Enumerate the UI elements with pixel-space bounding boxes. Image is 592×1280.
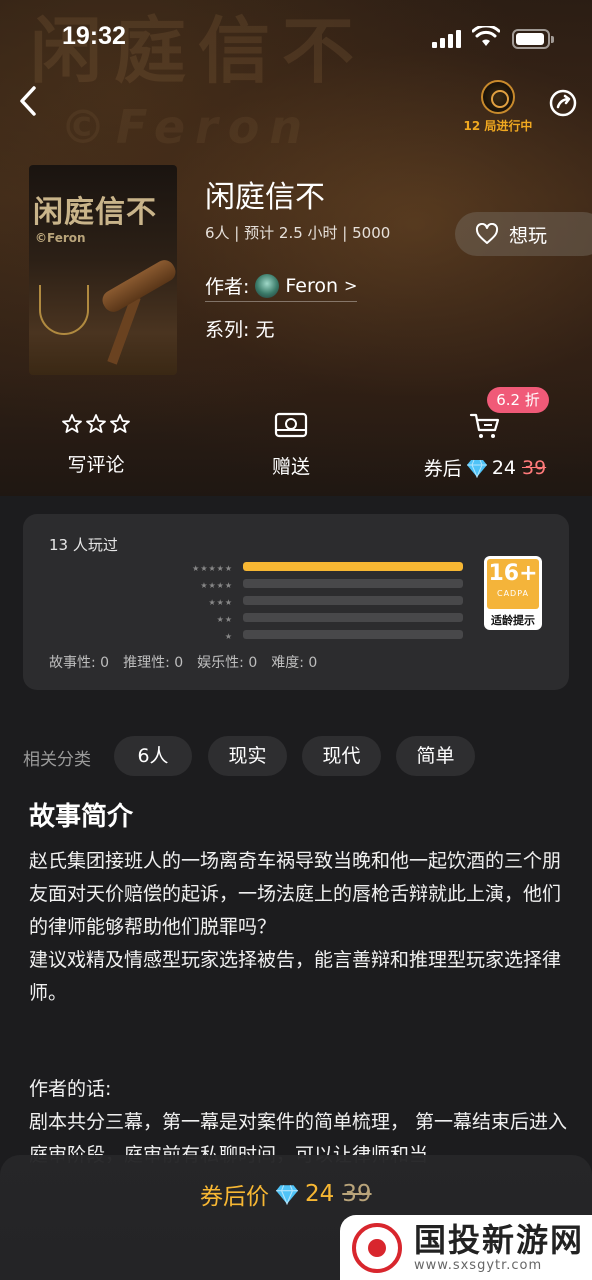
tag-chip[interactable]: 简单 (396, 736, 475, 776)
hero-background-brand: ©Feron (60, 100, 313, 154)
star-row-3: ★★★ (208, 598, 233, 607)
score-story: 故事性: 0 (49, 655, 110, 671)
author-link[interactable]: 作者: Feron > (205, 272, 358, 302)
status-time: 19:32 (62, 22, 126, 50)
bottom-price-label: 券后价 (200, 1184, 269, 1210)
star-row-2: ★★ (216, 615, 233, 624)
signal-icon (432, 30, 462, 48)
star-row-5: ★★★★★ (192, 564, 233, 573)
buy-prefix: 券后 (423, 458, 462, 480)
game-cover-image[interactable]: 闲庭信不 ©Feron (29, 165, 177, 375)
score-reasoning: 推理性: 0 (123, 655, 184, 671)
heart-icon (475, 223, 499, 244)
active-sessions-label: 12 局进行中 (463, 119, 533, 133)
want-to-play-button[interactable]: 想玩 (455, 212, 592, 256)
status-bar: 19:32 (0, 0, 592, 80)
age-rating-tip: 适龄提示 (491, 614, 535, 627)
gift-label: 赠送 (271, 456, 310, 478)
session-logo-icon (481, 80, 515, 114)
star-labels: ★★★★★ ★★★★ ★★★ ★★ ★ (173, 560, 233, 645)
rating-card: 13 人玩过 ★★★★★ ★★★★ ★★★ ★★ ★ 16+ CADPA 适龄提… (23, 514, 569, 690)
gift-card-icon (274, 412, 308, 438)
score-difficulty: 难度: 0 (271, 655, 318, 671)
author-name: Feron (285, 274, 339, 297)
age-rating-number: 16+ (488, 561, 538, 586)
share-icon[interactable] (548, 88, 578, 118)
write-review-label: 写评论 (67, 454, 125, 476)
discount-badge: 6.2 折 (487, 387, 549, 413)
cover-title: 闲庭信不 (33, 195, 157, 230)
story-intro-title: 故事简介 (29, 802, 134, 832)
rating-bar-fill (243, 562, 463, 571)
star-row-1: ★ (224, 632, 233, 641)
watermark-url: www.sxsgytr.com (414, 1258, 543, 1273)
rating-bar-4 (243, 579, 463, 588)
played-count: 13 人玩过 (49, 536, 118, 554)
rating-bar-5 (243, 562, 463, 571)
rating-bar-3 (243, 596, 463, 605)
score-breakdown: 故事性: 0 推理性: 0 娱乐性: 0 难度: 0 (49, 652, 317, 672)
want-to-play-label: 想玩 (509, 224, 548, 247)
rating-bar-1 (243, 630, 463, 639)
tag-chip[interactable]: 现代 (302, 736, 381, 776)
buy-price-original: 39 (522, 456, 547, 479)
write-review-button[interactable]: 写评论 (26, 412, 166, 477)
wifi-icon (472, 26, 500, 46)
battery-icon (512, 29, 554, 49)
chevron-right-icon: > (344, 276, 358, 295)
game-meta: 6人 | 预计 2.5 小时 | 5000 (205, 224, 391, 242)
diamond-icon (276, 1185, 298, 1205)
hero-banner: 闲庭信不 ©Feron 19:32 12 局进行中 闲庭信不 ©Feron 闲庭… (0, 0, 592, 496)
site-watermark: 国投新游网 www.sxsgytr.com (340, 1215, 592, 1280)
scale-graphic (39, 285, 89, 335)
cart-icon (469, 413, 500, 438)
diamond-icon (466, 459, 487, 478)
active-sessions-badge[interactable]: 12 局进行中 (458, 80, 538, 136)
author-label: 作者: (205, 276, 250, 298)
star-row-4: ★★★★ (200, 581, 233, 590)
author-avatar (255, 273, 280, 298)
bottom-purchase-bar: 券后价 24 39 国投新游网 www.sxsgytr.com (0, 1155, 592, 1280)
cover-brand: ©Feron (35, 231, 86, 245)
tags-label: 相关分类 (23, 750, 91, 770)
buy-price-now: 24 (491, 456, 516, 479)
bottom-price-now: 24 (305, 1181, 335, 1207)
game-title: 闲庭信不 (205, 180, 325, 215)
score-fun: 娱乐性: 0 (197, 655, 258, 671)
three-stars-icon (62, 414, 130, 433)
back-chevron-icon[interactable] (14, 84, 44, 118)
bottom-price-original: 39 (342, 1181, 372, 1207)
author-notes: 作者的话: 剧本共分三幕，第一幕是对案件的简单梳理， 第一幕结束后进入庭审阶段，… (29, 1078, 568, 1163)
rating-bar-2 (243, 613, 463, 622)
watermark-logo-icon (352, 1222, 402, 1273)
tag-chip[interactable]: 现实 (208, 736, 287, 776)
gavel-graphic (98, 256, 177, 316)
gift-button[interactable]: 赠送 (221, 412, 361, 479)
series-label: 系列: 无 (205, 319, 275, 341)
buy-button[interactable]: 券后 24 39 (410, 412, 560, 481)
story-intro-body: 赵氏集团接班人的一场离奇车祸导致当晚和他一起饮酒的三个朋友面对天价赔偿的起诉，一… (29, 850, 562, 1004)
age-rating-badge: 16+ CADPA 适龄提示 (484, 556, 542, 630)
tag-chip[interactable]: 6人 (114, 736, 192, 776)
age-rating-org: CADPA (496, 589, 529, 598)
rating-bars (243, 558, 463, 647)
watermark-title: 国投新游网 (414, 1221, 585, 1259)
bottom-buy-button[interactable]: 券后价 24 39 (200, 1177, 372, 1211)
